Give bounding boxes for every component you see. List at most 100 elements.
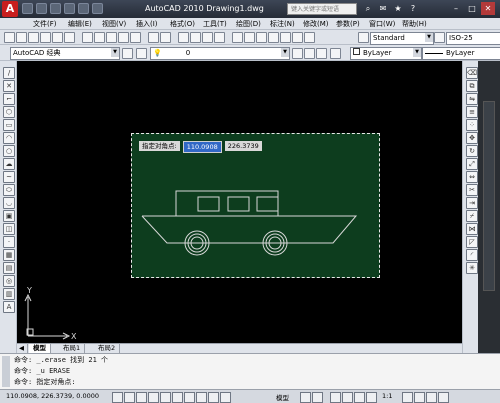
offset-icon[interactable]: ≡	[466, 106, 478, 118]
color-select[interactable]: ByLayer ▼	[350, 47, 422, 60]
tool-palettes-icon[interactable]	[256, 32, 267, 43]
lineweight-button[interactable]	[208, 392, 219, 403]
tab-layout2[interactable]: 布局2	[94, 344, 121, 353]
menu-edit[interactable]: 编辑(E)	[68, 19, 92, 29]
layer-states-icon[interactable]	[316, 48, 327, 59]
tab-layout1[interactable]: 布局1	[59, 344, 86, 353]
construction-line-icon[interactable]: ✕	[3, 80, 15, 92]
command-window-grip[interactable]	[2, 356, 10, 387]
block-editor-icon[interactable]	[130, 32, 141, 43]
point-icon[interactable]: ·	[3, 236, 15, 248]
polar-tracking-button[interactable]	[148, 392, 159, 403]
menu-parametric[interactable]: 参数(P)	[336, 19, 360, 29]
menu-file[interactable]: 文件(F)	[33, 19, 57, 29]
text-style-icon[interactable]	[358, 32, 369, 43]
insert-block-icon[interactable]: ▣	[3, 210, 15, 222]
annotation-visibility-icon[interactable]	[402, 392, 413, 403]
undo-icon[interactable]	[64, 3, 75, 14]
ortho-mode-button[interactable]	[136, 392, 147, 403]
revision-cloud-icon[interactable]: ☁	[3, 158, 15, 170]
command-prompt-line[interactable]: 命令: 指定对角点:	[14, 377, 76, 387]
layer-select[interactable]: 💡 0 ▼	[150, 47, 290, 60]
pan-status-icon[interactable]	[330, 392, 341, 403]
extend-icon[interactable]: ⇥	[466, 197, 478, 209]
erase-icon[interactable]: ⌫	[466, 67, 478, 79]
coordinate-readout[interactable]: 110.0908, 226.3739, 0.0000	[6, 392, 99, 400]
hatch-icon[interactable]: ▦	[3, 249, 15, 261]
match-properties-icon[interactable]	[118, 32, 129, 43]
qnew-icon[interactable]	[4, 32, 15, 43]
open-icon[interactable]	[36, 3, 47, 14]
markup-icon[interactable]	[280, 32, 291, 43]
model-space-label[interactable]: 模型	[276, 392, 289, 402]
cut-icon[interactable]	[82, 32, 93, 43]
search-icon[interactable]: ⌕	[361, 2, 375, 15]
make-block-icon[interactable]: ◫	[3, 223, 15, 235]
menu-help[interactable]: 帮助(H)	[402, 19, 427, 29]
make-current-layer-icon[interactable]	[292, 48, 303, 59]
spline-icon[interactable]: ~	[3, 171, 15, 183]
copy-icon[interactable]	[94, 32, 105, 43]
rotate-icon[interactable]: ↻	[466, 145, 478, 157]
help-toolbar-icon[interactable]	[304, 32, 315, 43]
quick-view-drawings-icon[interactable]	[312, 392, 323, 403]
mirror-icon[interactable]: ⇋	[466, 93, 478, 105]
ellipse-icon[interactable]: ⬭	[3, 184, 15, 196]
properties-icon[interactable]	[232, 32, 243, 43]
zoom-previous-icon[interactable]	[214, 32, 225, 43]
redo-toolbar-icon[interactable]	[160, 32, 171, 43]
preview-icon[interactable]	[52, 32, 63, 43]
pan-icon[interactable]	[178, 32, 189, 43]
sheet-set-icon[interactable]	[268, 32, 279, 43]
menu-modify[interactable]: 修改(M)	[303, 19, 329, 29]
text-style-select[interactable]: Standard ▼	[370, 32, 434, 45]
communication-center-icon[interactable]: ✉	[376, 2, 390, 15]
move-icon[interactable]: ✥	[466, 132, 478, 144]
workspace-select[interactable]: AutoCAD 经典 ▼	[10, 47, 120, 60]
chamfer-icon[interactable]: ◸	[466, 236, 478, 248]
quick-view-layouts-icon[interactable]	[300, 392, 311, 403]
tab-model[interactable]: 模型	[29, 344, 51, 353]
tab-nav-first-icon[interactable]: ◀	[19, 344, 28, 353]
vertical-scrollbar[interactable]	[478, 61, 500, 353]
grid-display-button[interactable]	[124, 392, 135, 403]
ellipse-arc-icon[interactable]: ◡	[3, 197, 15, 209]
lock-icon[interactable]	[426, 392, 437, 403]
array-icon[interactable]: ⁘	[466, 119, 478, 131]
fillet-icon[interactable]: ◜	[466, 249, 478, 261]
clean-screen-icon[interactable]	[438, 392, 449, 403]
annotation-scale[interactable]: 1:1	[382, 392, 392, 400]
plot-icon[interactable]	[92, 3, 103, 14]
workspace-settings-icon[interactable]	[122, 48, 133, 59]
polygon-icon[interactable]: ⬡	[3, 106, 15, 118]
close-button[interactable]: ✕	[481, 2, 495, 15]
new-icon[interactable]	[22, 3, 33, 14]
maximize-button[interactable]: □	[465, 2, 479, 15]
paste-icon[interactable]	[106, 32, 117, 43]
multiline-text-icon[interactable]: A	[3, 301, 15, 313]
redo-icon[interactable]	[78, 3, 89, 14]
save-icon[interactable]	[50, 3, 61, 14]
line-icon[interactable]: /	[3, 67, 15, 79]
menu-insert[interactable]: 插入(I)	[136, 19, 158, 29]
scrollbar-thumb[interactable]	[483, 101, 495, 291]
menu-format[interactable]: 格式(O)	[170, 19, 195, 29]
help-search-input[interactable]: 键入关键字或短语	[287, 3, 357, 15]
drawing-canvas[interactable]: 指定对角点: 110.0908 226.3739 Y X	[17, 61, 462, 343]
design-center-icon[interactable]	[244, 32, 255, 43]
snap-mode-button[interactable]	[112, 392, 123, 403]
favorites-icon[interactable]: ★	[391, 2, 405, 15]
break-icon[interactable]: ⌿	[466, 210, 478, 222]
undo-toolbar-icon[interactable]	[148, 32, 159, 43]
quick-properties-button[interactable]	[220, 392, 231, 403]
menu-window[interactable]: 窗口(W)	[369, 19, 395, 29]
minimize-button[interactable]: –	[449, 2, 463, 15]
save-file-icon[interactable]	[28, 32, 39, 43]
open-file-icon[interactable]	[16, 32, 27, 43]
dim-style-icon[interactable]	[434, 32, 445, 43]
copy-object-icon[interactable]: ⧉	[466, 80, 478, 92]
ducs-button[interactable]	[184, 392, 195, 403]
stretch-icon[interactable]: ⇔	[466, 171, 478, 183]
command-window[interactable]: 命令: _.erase 找到 21 个 命令: _u ERASE 命令: 指定对…	[0, 353, 500, 389]
dim-style-select[interactable]: ISO-25	[446, 32, 500, 45]
